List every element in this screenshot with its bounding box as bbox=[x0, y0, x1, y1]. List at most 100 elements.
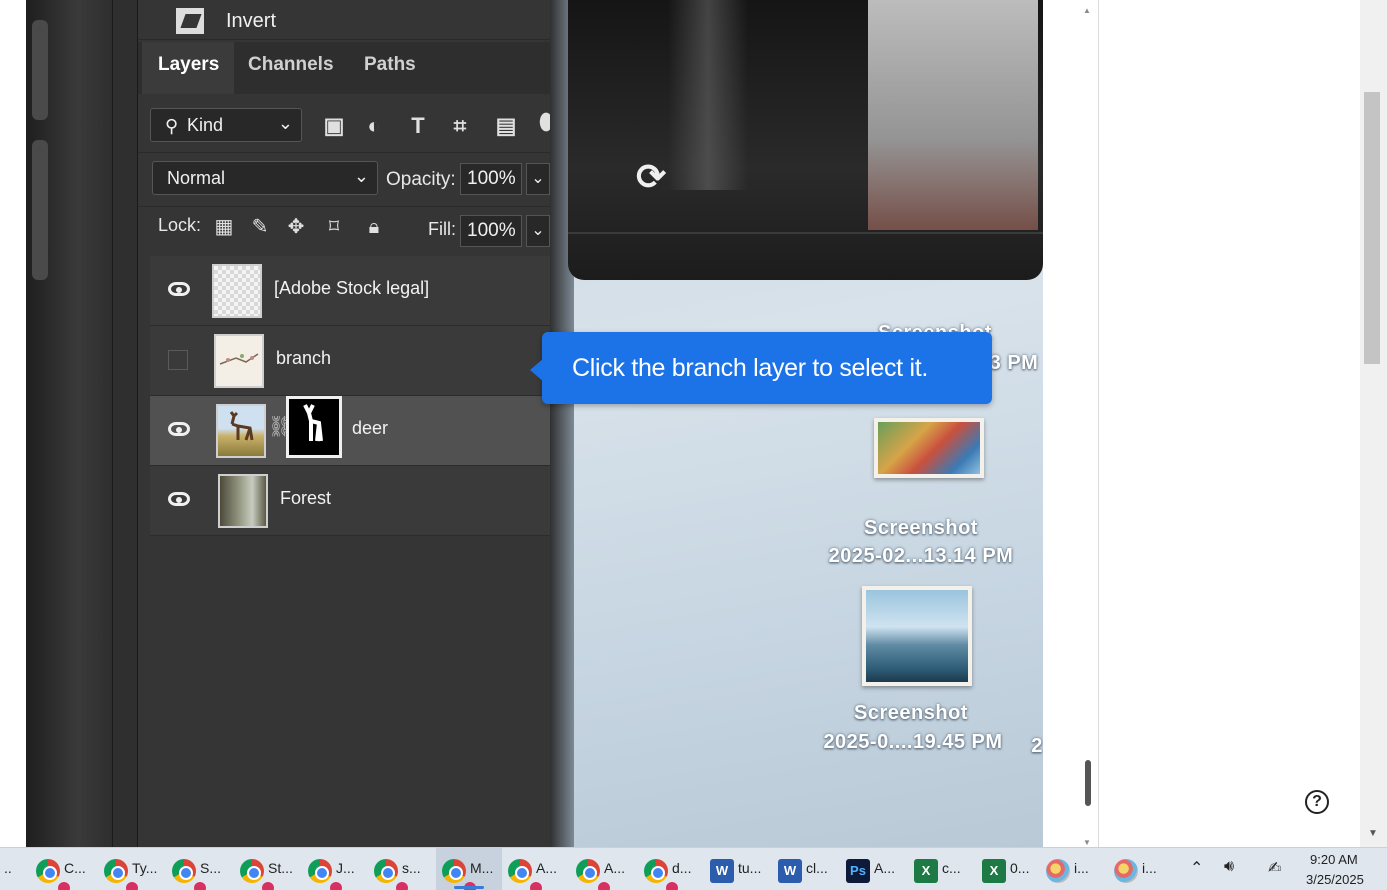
visibility-eye-icon[interactable] bbox=[168, 282, 190, 296]
inner-scrollbar[interactable]: ▲ ▼ bbox=[1075, 0, 1099, 847]
chrome-icon bbox=[644, 859, 678, 890]
scroll-up-arrow-icon[interactable]: ▲ bbox=[1083, 6, 1091, 15]
scroll-thumb[interactable] bbox=[1364, 92, 1380, 364]
paint-icon bbox=[1114, 859, 1138, 883]
excel-icon: X bbox=[914, 859, 938, 883]
taskbar-app-button[interactable]: d... bbox=[638, 848, 704, 890]
desktop-file-label: 3 PM bbox=[989, 352, 1039, 374]
desktop-file-label: Screenshot bbox=[864, 517, 978, 539]
chrome-icon bbox=[308, 859, 342, 890]
taskbar-app-button[interactable]: S... bbox=[166, 848, 232, 890]
blend-mode-select[interactable]: Normal ⌄ bbox=[152, 161, 378, 195]
kind-filter-select[interactable]: ⚲ Kind ⌄ bbox=[150, 108, 302, 142]
taskbar-app-button[interactable]: C... bbox=[30, 848, 96, 890]
clock-time[interactable]: 9:20 AM bbox=[1310, 852, 1358, 867]
screen-glare bbox=[868, 0, 1038, 230]
word-icon: W bbox=[710, 859, 734, 883]
shape-filter-icon[interactable]: ⌗ bbox=[448, 114, 472, 138]
taskbar-app-button[interactable]: Xc... bbox=[908, 848, 974, 890]
blend-row: Normal ⌄ Opacity: 100% ⌄ bbox=[138, 152, 550, 206]
taskbar-app-button[interactable]: A... bbox=[502, 848, 568, 890]
scroll-down-arrow-icon[interactable]: ▼ bbox=[1368, 828, 1378, 839]
photoshop-icon: Ps bbox=[846, 859, 870, 883]
dark-app-window: ⟳ bbox=[568, 0, 1043, 280]
scroll-thumb[interactable] bbox=[1085, 760, 1091, 806]
tab-layers[interactable]: Layers bbox=[158, 54, 219, 76]
taskbar-app-label: J... bbox=[336, 860, 355, 876]
search-icon: ⚲ bbox=[165, 116, 179, 136]
taskbar-app-label: tu... bbox=[738, 860, 762, 876]
desktop-file-thumbnail[interactable] bbox=[862, 586, 972, 686]
tab-channels[interactable]: Channels bbox=[248, 54, 334, 76]
tooltip-text: Click the branch layer to select it. bbox=[572, 354, 929, 382]
layer-deer[interactable]: ⛓︎ deer bbox=[150, 396, 552, 466]
taskbar-app-button[interactable]: i... bbox=[1040, 848, 1106, 890]
lock-artboard-icon[interactable]: ⌑ bbox=[322, 215, 346, 239]
lock-position-icon[interactable]: ✥ bbox=[284, 215, 308, 239]
taskbar-app-button[interactable]: Wcl... bbox=[772, 848, 838, 890]
taskbar: .. C... Ty... S... St... J... s... M... A... A..… bbox=[0, 847, 1387, 890]
chrome-icon bbox=[240, 859, 274, 890]
layer-name: deer bbox=[352, 418, 389, 438]
excel-icon: X bbox=[982, 859, 1006, 883]
ps-left-edge bbox=[26, 0, 112, 847]
taskbar-app-button[interactable]: s... bbox=[368, 848, 434, 890]
chrome-icon bbox=[442, 859, 476, 890]
taskbar-app-button[interactable]: Ty... bbox=[98, 848, 164, 890]
opacity-field[interactable]: 100% bbox=[460, 163, 522, 195]
taskbar-app-label: Ty... bbox=[132, 860, 158, 876]
taskbar-app-button[interactable]: Ps A... bbox=[840, 848, 906, 890]
taskbar-app-button[interactable]: i... bbox=[1108, 848, 1174, 890]
tab-paths[interactable]: Paths bbox=[364, 54, 416, 76]
visibility-toggle-empty[interactable] bbox=[168, 350, 188, 370]
pen-icon[interactable]: ✍︎ bbox=[1268, 858, 1281, 878]
branch-icon bbox=[219, 353, 259, 365]
visibility-eye-icon[interactable] bbox=[168, 492, 190, 506]
layer-branch[interactable]: branch bbox=[150, 326, 552, 396]
taskbar-app-button[interactable]: A... bbox=[570, 848, 636, 890]
desktop-file-label: 2025-0....19.45 PM bbox=[823, 731, 1003, 753]
reload-icon[interactable]: ⟳ bbox=[636, 156, 666, 198]
desktop-file-thumbnail[interactable] bbox=[874, 418, 984, 478]
taskbar-app-button[interactable]: X 0... bbox=[976, 848, 1042, 890]
taskbar-app-button[interactable]: J... bbox=[302, 848, 368, 890]
profile-badge-icon bbox=[666, 882, 678, 890]
dock-slot bbox=[32, 140, 48, 280]
photo-region: Invert Layers Channels Paths ⚲ Kind ⌄ ▣ … bbox=[26, 0, 1043, 847]
profile-badge-icon bbox=[396, 882, 408, 890]
desktop-file-label: 2025-02...13.14 PM bbox=[828, 545, 1014, 567]
layer-forest[interactable]: Forest bbox=[150, 466, 552, 536]
panel-tabs: Layers Channels Paths bbox=[138, 42, 574, 94]
lock-all-icon[interactable]: 🔒︎ bbox=[362, 215, 386, 239]
taskbar-app-button[interactable]: Wtu... bbox=[704, 848, 770, 890]
profile-badge-icon bbox=[598, 882, 610, 890]
taskbar-app-button[interactable]: St... bbox=[234, 848, 300, 890]
help-icon[interactable]: ? bbox=[1305, 790, 1329, 814]
lock-paint-icon[interactable]: ✎ bbox=[248, 215, 272, 239]
type-filter-icon[interactable]: T bbox=[406, 114, 430, 138]
opacity-dropdown-button[interactable]: ⌄ bbox=[526, 163, 550, 195]
word-icon: W bbox=[778, 859, 802, 883]
clock-date[interactable]: 3/25/2025 bbox=[1306, 872, 1364, 887]
layer-adobe-stock-legal[interactable]: [Adobe Stock legal] bbox=[150, 256, 552, 326]
taskbar-overflow[interactable]: .. bbox=[4, 860, 12, 876]
smart-object-filter-icon[interactable]: ▤ bbox=[494, 114, 518, 138]
lock-transparent-icon[interactable]: ▦ bbox=[212, 215, 236, 239]
filter-row: ⚲ Kind ⌄ ▣ ◐ T ⌗ ▤ ⬮ bbox=[138, 100, 553, 152]
desktop-file-label: 2 bbox=[1031, 735, 1043, 757]
fill-dropdown-button[interactable]: ⌄ bbox=[526, 215, 550, 247]
taskbar-app-label: s... bbox=[402, 860, 421, 876]
visibility-eye-icon[interactable] bbox=[168, 422, 190, 436]
layer-mask-thumbnail[interactable] bbox=[286, 396, 342, 458]
chevron-up-icon[interactable]: ⌃ bbox=[1190, 858, 1203, 878]
fill-field[interactable]: 100% bbox=[460, 215, 522, 247]
lock-label: Lock: bbox=[158, 215, 202, 235]
invert-adjustment-row[interactable]: Invert bbox=[138, 4, 550, 40]
image-filter-icon[interactable]: ▣ bbox=[322, 114, 346, 138]
page-scrollbar[interactable]: ▼ bbox=[1360, 0, 1387, 847]
scroll-down-arrow-icon[interactable]: ▼ bbox=[1083, 838, 1091, 847]
taskbar-app-button[interactable]: M... bbox=[436, 848, 502, 890]
chrome-icon bbox=[576, 859, 610, 890]
adjustment-filter-icon[interactable]: ◐ bbox=[362, 114, 386, 138]
speaker-icon[interactable]: 🔊︎ bbox=[1224, 858, 1234, 876]
